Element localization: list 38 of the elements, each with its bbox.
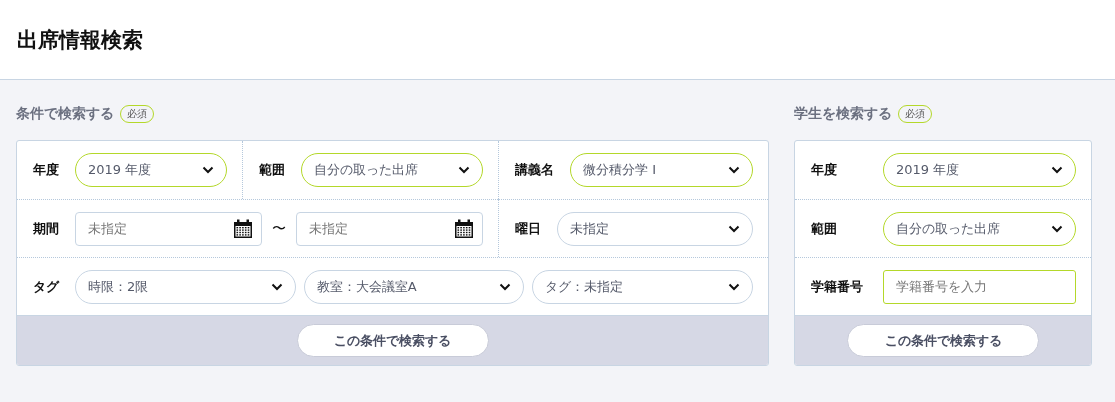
- calendar-icon[interactable]: [454, 218, 474, 239]
- date-field[interactable]: 未指定: [75, 211, 262, 246]
- field-label: 曜日: [515, 219, 541, 238]
- chevron-down-icon: [728, 166, 740, 174]
- field-label: タグ: [33, 277, 59, 296]
- chevron-down-icon: [728, 224, 740, 233]
- chevron-down-icon: [1051, 224, 1063, 233]
- dropdown[interactable]: 時限：2限: [75, 269, 296, 304]
- section-title: 条件で検索する: [16, 105, 114, 123]
- dropdown[interactable]: 自分の取った出席: [883, 211, 1076, 246]
- field-label: 期間: [33, 219, 59, 238]
- page-title: 出席情報検索: [17, 26, 143, 54]
- chevron-down-icon: [458, 166, 470, 174]
- range-separator: 〜: [272, 219, 286, 238]
- field-label: 年度: [811, 161, 838, 179]
- field-label: 年度: [33, 161, 59, 179]
- input-field[interactable]: 学籍番号を入力: [883, 269, 1076, 304]
- field-label: 学籍番号: [811, 277, 864, 296]
- dropdown[interactable]: 教室：大会議室A: [303, 269, 525, 304]
- dropdown[interactable]: 微分積分学 I: [570, 153, 753, 187]
- calendar-icon[interactable]: [233, 218, 253, 239]
- field-label: 講義名: [515, 161, 554, 179]
- dropdown[interactable]: 2019 年度: [883, 153, 1076, 187]
- section-title: 学生を検索する: [794, 105, 892, 123]
- field-label: 範囲: [811, 219, 838, 238]
- date-field[interactable]: 未指定: [296, 211, 483, 246]
- chevron-down-icon: [1051, 166, 1063, 174]
- dropdown[interactable]: タグ：未指定: [532, 269, 753, 304]
- dropdown[interactable]: 自分の取った出席: [301, 153, 483, 187]
- chevron-down-icon: [202, 166, 214, 174]
- field-label: 範囲: [259, 161, 285, 179]
- search-button[interactable]: この条件で検索する: [847, 324, 1039, 357]
- chevron-down-icon: [728, 282, 740, 291]
- search-button[interactable]: この条件で検索する: [296, 324, 489, 357]
- dropdown[interactable]: 未指定: [557, 211, 753, 246]
- dropdown[interactable]: 2019 年度: [75, 153, 227, 187]
- chevron-down-icon: [270, 282, 283, 291]
- chevron-down-icon: [499, 282, 512, 291]
